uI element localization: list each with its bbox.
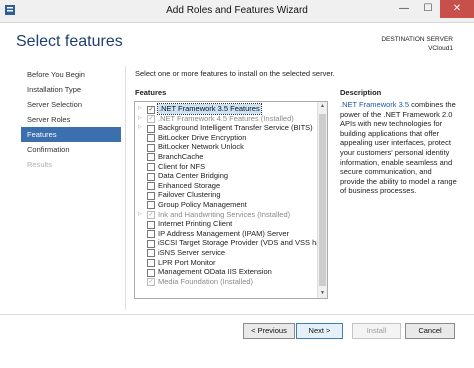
feature-checkbox[interactable] [147,124,155,133]
scroll-up-arrow-icon[interactable]: ▲ [318,102,327,111]
expand-arrow-icon[interactable]: ▷ [138,123,144,133]
feature-row[interactable]: ▷ ✓ Ink and Handwriting Services (Installe… [135,210,317,220]
destination-server-value: VCloud1 [428,45,453,52]
feature-row[interactable]: Group Policy Management [135,200,317,210]
feature-checkbox[interactable] [147,259,155,267]
feature-row[interactable]: ▷ Background Intelligent Transfer Service… [135,123,317,133]
feature-label: Background Intelligent Transfer Service … [158,123,313,133]
feature-row[interactable]: ✓ Media Foundation (Installed) [135,277,317,287]
intro-text: Select one or more features to install o… [135,69,335,78]
feature-label: IP Address Management (IPAM) Server [158,228,290,238]
description-body: combines the power of the .NET Framework… [340,100,457,196]
feature-label: iSNS Server service [158,247,226,257]
feature-checkbox[interactable] [147,134,155,143]
feature-checkbox[interactable] [147,172,155,181]
nav-item-results: Results [27,160,53,169]
feature-checkbox[interactable]: ✓ [147,105,155,114]
page-title: Select features [16,33,123,50]
feature-label: .NET Framework 4.5 Features (Installed) [158,113,294,123]
features-list[interactable]: ▷ ✓ .NET Framework 3.5 Features ▷ ✓ .NET Fram… [134,101,328,299]
feature-checkbox[interactable] [147,268,155,277]
feature-row[interactable]: Client for NFS [135,162,317,172]
feature-row[interactable]: ▷ ✓ .NET Framework 4.5 Features (Installed… [135,114,317,124]
cancel-button[interactable]: Cancel [405,323,455,339]
feature-row[interactable]: BitLocker Network Unlock [135,142,317,152]
nav-item-features[interactable]: Features [21,127,121,142]
description-text: .NET Framework 3.5 combines the power of… [340,100,458,196]
nav-item-installation-type[interactable]: Installation Type [21,82,121,97]
description-link[interactable]: .NET Framework 3.5 [340,100,409,109]
feature-row[interactable]: LPR Port Monitor [135,258,317,268]
next-button[interactable]: Next > [296,323,343,339]
feature-checkbox[interactable] [147,220,155,229]
feature-checkbox[interactable] [147,163,155,172]
nav-item-confirmation[interactable]: Confirmation [21,142,121,157]
maximize-button[interactable]: ☐ [416,0,440,18]
minimize-button[interactable]: — [392,0,416,18]
feature-label: iSCSI Target Storage Provider (VDS and V… [158,238,328,248]
feature-label: BitLocker Network Unlock [158,142,244,152]
title-bar: Add Roles and Features Wizard — ☐ ✕ [0,0,474,23]
feature-label: Management OData IIS Extension [158,267,272,277]
scroll-thumb[interactable] [319,114,326,286]
description-heading: Description [340,88,382,97]
feature-label: Failover Clustering [158,190,221,200]
feature-label: .NET Framework 3.5 Features [157,103,262,115]
feature-checkbox[interactable] [147,182,155,191]
feature-label: BranchCache [158,151,204,161]
feature-row[interactable]: Management OData IIS Extension [135,267,317,277]
nav-item-before-you-begin[interactable]: Before You Begin [21,67,121,82]
feature-row[interactable]: iSNS Server service [135,248,317,258]
close-button[interactable]: ✕ [440,0,474,18]
feature-label: Media Foundation (Installed) [158,276,254,286]
feature-row[interactable]: iSCSI Target Storage Provider (VDS and V… [135,238,327,248]
scroll-down-arrow-icon[interactable]: ▼ [318,289,327,298]
wizard-nav: Before You Begin Installation Type Server … [21,67,121,172]
feature-checkbox[interactable] [147,249,155,258]
feature-label: BitLocker Drive Encryption [158,132,247,142]
feature-row[interactable]: Data Center Bridging [135,171,317,181]
feature-row[interactable]: BitLocker Drive Encryption [135,133,317,143]
feature-label: Group Policy Management [158,199,247,209]
feature-checkbox[interactable] [147,153,155,162]
expand-arrow-icon[interactable]: ▷ [138,210,144,220]
feature-row[interactable]: IP Address Management (IPAM) Server [135,229,317,239]
feature-label: Enhanced Storage [158,180,221,190]
feature-checkbox: ✓ [147,115,155,124]
nav-item-server-selection[interactable]: Server Selection [21,97,121,112]
features-heading: Features [135,88,167,97]
feature-checkbox[interactable] [147,201,155,210]
expand-arrow-icon[interactable]: ▷ [138,104,144,114]
feature-label: Client for NFS [158,161,206,171]
feature-label: Internet Printing Client [158,219,233,229]
feature-checkbox[interactable] [147,230,155,239]
footer-divider [0,314,474,315]
nav-divider [125,66,126,310]
expand-arrow-icon[interactable]: ▷ [138,114,144,124]
feature-label: Data Center Bridging [158,171,229,181]
feature-row[interactable]: BranchCache [135,152,317,162]
feature-label: LPR Port Monitor [158,257,216,267]
feature-row[interactable]: ▷ ✓ .NET Framework 3.5 Features [135,103,317,115]
feature-checkbox[interactable] [147,191,155,200]
feature-checkbox: ✓ [147,278,155,287]
destination-server-label: DESTINATION SERVER [381,36,453,43]
feature-row[interactable]: Failover Clustering [135,190,317,200]
feature-checkbox[interactable] [147,143,155,152]
feature-row[interactable]: Internet Printing Client [135,219,317,229]
feature-row[interactable]: Enhanced Storage [135,181,317,191]
feature-label: Ink and Handwriting Services (Installed) [158,209,291,219]
features-scrollbar[interactable]: ▲ ▼ [317,102,327,298]
install-button[interactable]: Install [352,323,401,339]
feature-checkbox[interactable] [147,239,155,248]
nav-item-server-roles[interactable]: Server Roles [21,112,121,127]
previous-button[interactable]: < Previous [243,323,295,339]
feature-checkbox: ✓ [147,211,155,220]
